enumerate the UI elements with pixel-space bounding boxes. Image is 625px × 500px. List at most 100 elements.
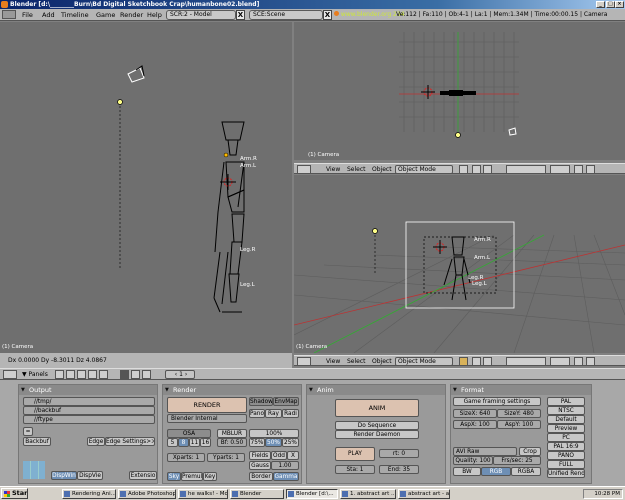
- mode-selector[interactable]: Object Mode: [395, 165, 453, 174]
- output-path-field[interactable]: //tmp/: [23, 397, 155, 406]
- top-right-3d-viewport[interactable]: (1) Camera: [294, 22, 625, 160]
- size-75-button[interactable]: 75%: [249, 438, 265, 447]
- start-frame-field[interactable]: Sta: 1: [335, 465, 375, 474]
- menu-add[interactable]: Add: [42, 11, 55, 19]
- shadow-toggle[interactable]: Shadow: [249, 397, 273, 406]
- motion-blur-factor[interactable]: Bf: 0.50: [217, 438, 247, 447]
- manipulator-icon[interactable]: [483, 165, 492, 174]
- odd-toggle[interactable]: Odd: [271, 451, 287, 460]
- quality-field[interactable]: Quality: 100: [453, 456, 493, 465]
- logic-context-icon[interactable]: [55, 370, 64, 379]
- object-context-icon[interactable]: [88, 370, 97, 379]
- minimize-button[interactable]: _: [596, 1, 605, 8]
- screen-selector[interactable]: SCR:2 - Model: [166, 10, 236, 20]
- end-frame-field[interactable]: End: 35: [379, 465, 419, 474]
- render-button[interactable]: RENDER: [167, 397, 247, 413]
- layer-buttons-2[interactable]: [550, 165, 570, 174]
- view-type-icon[interactable]: [297, 357, 311, 366]
- maximize-button[interactable]: □: [606, 1, 615, 8]
- osa-8[interactable]: 8: [178, 438, 189, 447]
- bottom-right-3d-viewport[interactable]: Arm.R Arm.L Leg.R Leg.L (1) Camera: [294, 175, 625, 353]
- fps-field[interactable]: Frs/sec: 25: [493, 456, 541, 465]
- gauss-toggle[interactable]: Gauss: [249, 461, 271, 470]
- draw-type-icon[interactable]: [459, 165, 468, 174]
- pivot-icon[interactable]: [472, 357, 481, 366]
- lock-icon[interactable]: [574, 357, 583, 366]
- yparts-field[interactable]: Yparts: 1: [207, 453, 245, 462]
- scene-context-icon[interactable]: [120, 370, 129, 379]
- bw-button[interactable]: BW: [453, 467, 481, 476]
- do-sequence-toggle[interactable]: Do Sequence: [335, 421, 419, 430]
- aspx-field[interactable]: AspX: 100: [453, 420, 497, 429]
- size-50-button[interactable]: 50%: [265, 438, 282, 447]
- render-engine-select[interactable]: Blender Internal: [167, 414, 247, 423]
- xparts-field[interactable]: Xparts: 1: [167, 453, 205, 462]
- border-toggle[interactable]: Border: [249, 472, 273, 481]
- scene-delete-button[interactable]: X: [323, 10, 332, 20]
- crop-toggle[interactable]: Crop: [519, 447, 541, 456]
- mblur-toggle[interactable]: MBLUR: [217, 429, 247, 438]
- mode-selector[interactable]: Object Mode: [395, 357, 453, 366]
- taskbar-item-blender[interactable]: Blender: [230, 489, 284, 499]
- close-button[interactable]: ×: [615, 1, 624, 8]
- size-100-button[interactable]: 100%: [249, 429, 299, 438]
- current-frame-field[interactable]: ‹ 1 ›: [165, 370, 195, 379]
- osa-16[interactable]: 16: [200, 438, 211, 447]
- preset-preview[interactable]: Preview: [547, 424, 585, 433]
- draw-type-icon[interactable]: [459, 357, 468, 366]
- preset-full[interactable]: FULL: [547, 460, 585, 469]
- osa-5[interactable]: 5: [167, 438, 178, 447]
- preset-default[interactable]: Default: [547, 415, 585, 424]
- preset-pc[interactable]: PC: [547, 433, 585, 442]
- layer-buttons[interactable]: [506, 165, 546, 174]
- menu-timeline[interactable]: Timeline: [61, 11, 89, 19]
- gamma-toggle[interactable]: Gamma: [273, 472, 299, 481]
- layer-buttons[interactable]: [506, 357, 546, 366]
- render-preview-icon[interactable]: [586, 165, 595, 174]
- menu-file[interactable]: File: [22, 11, 33, 19]
- radio-toggle[interactable]: Radi: [282, 409, 299, 418]
- render-subcontext-icon[interactable]: [131, 370, 140, 379]
- sizex-field[interactable]: SizeX: 640: [453, 409, 497, 418]
- taskbar-item-he-walks[interactable]: he walks! - Mo...: [178, 489, 228, 499]
- sizey-field[interactable]: SizeY: 480: [497, 409, 541, 418]
- start-button[interactable]: Start: [1, 488, 28, 499]
- scene-selector[interactable]: SCE:Scene: [249, 10, 323, 20]
- layer-buttons-2[interactable]: [550, 357, 570, 366]
- menu-game[interactable]: Game: [96, 11, 115, 19]
- buttons-window-type-icon[interactable]: [3, 370, 17, 379]
- pivot-icon[interactable]: [472, 165, 481, 174]
- disp-view-toggle[interactable]: DispVie: [77, 471, 103, 480]
- anim-button[interactable]: ANIM: [335, 399, 419, 417]
- preset-pal-16-9[interactable]: PAL 16:9: [547, 442, 585, 451]
- shading-context-icon[interactable]: [77, 370, 86, 379]
- lock-icon[interactable]: [574, 165, 583, 174]
- key-toggle[interactable]: Key: [203, 472, 217, 481]
- backbuf-toggle[interactable]: Backbuf: [23, 437, 51, 446]
- x-toggle[interactable]: X: [287, 451, 299, 460]
- taskbar-item-blender-active[interactable]: Blender [d:\...: [286, 489, 338, 499]
- backbuf-path-field[interactable]: //backbuf: [23, 406, 155, 415]
- edge-toggle[interactable]: Edge: [87, 437, 105, 446]
- taskbar-item-abstract-art-1[interactable]: 1. abstract art ...: [340, 489, 396, 499]
- rt-field[interactable]: rt: 0: [379, 449, 419, 458]
- menu-render[interactable]: Render: [120, 11, 143, 19]
- preset-pal[interactable]: PAL: [547, 397, 585, 406]
- menu-object[interactable]: Object: [372, 358, 392, 365]
- disp-win-toggle[interactable]: DispWin: [51, 471, 77, 480]
- render-preview-icon[interactable]: [586, 357, 595, 366]
- pano-toggle[interactable]: Pano: [249, 409, 265, 418]
- gauss-filter-size[interactable]: 1.00: [271, 461, 299, 470]
- osa-toggle[interactable]: OSA: [167, 429, 211, 438]
- unified-render-toggle[interactable]: Unified Rend: [547, 469, 585, 478]
- rgba-button[interactable]: RGBA: [511, 467, 541, 476]
- menu-select[interactable]: Select: [347, 358, 366, 365]
- menu-view[interactable]: View: [326, 358, 340, 365]
- osa-11[interactable]: 11: [189, 438, 200, 447]
- codec-select[interactable]: AVI Raw: [453, 447, 517, 456]
- taskbar-item-rendering[interactable]: Rendering Ani...: [62, 489, 116, 499]
- taskbar-item-abstract-art-2[interactable]: abstract art - a...: [398, 489, 450, 499]
- menu-select[interactable]: Select: [347, 166, 366, 173]
- edge-settings-button[interactable]: Edge Settings>>: [105, 437, 155, 446]
- output-pin-button[interactable]: =: [23, 427, 33, 436]
